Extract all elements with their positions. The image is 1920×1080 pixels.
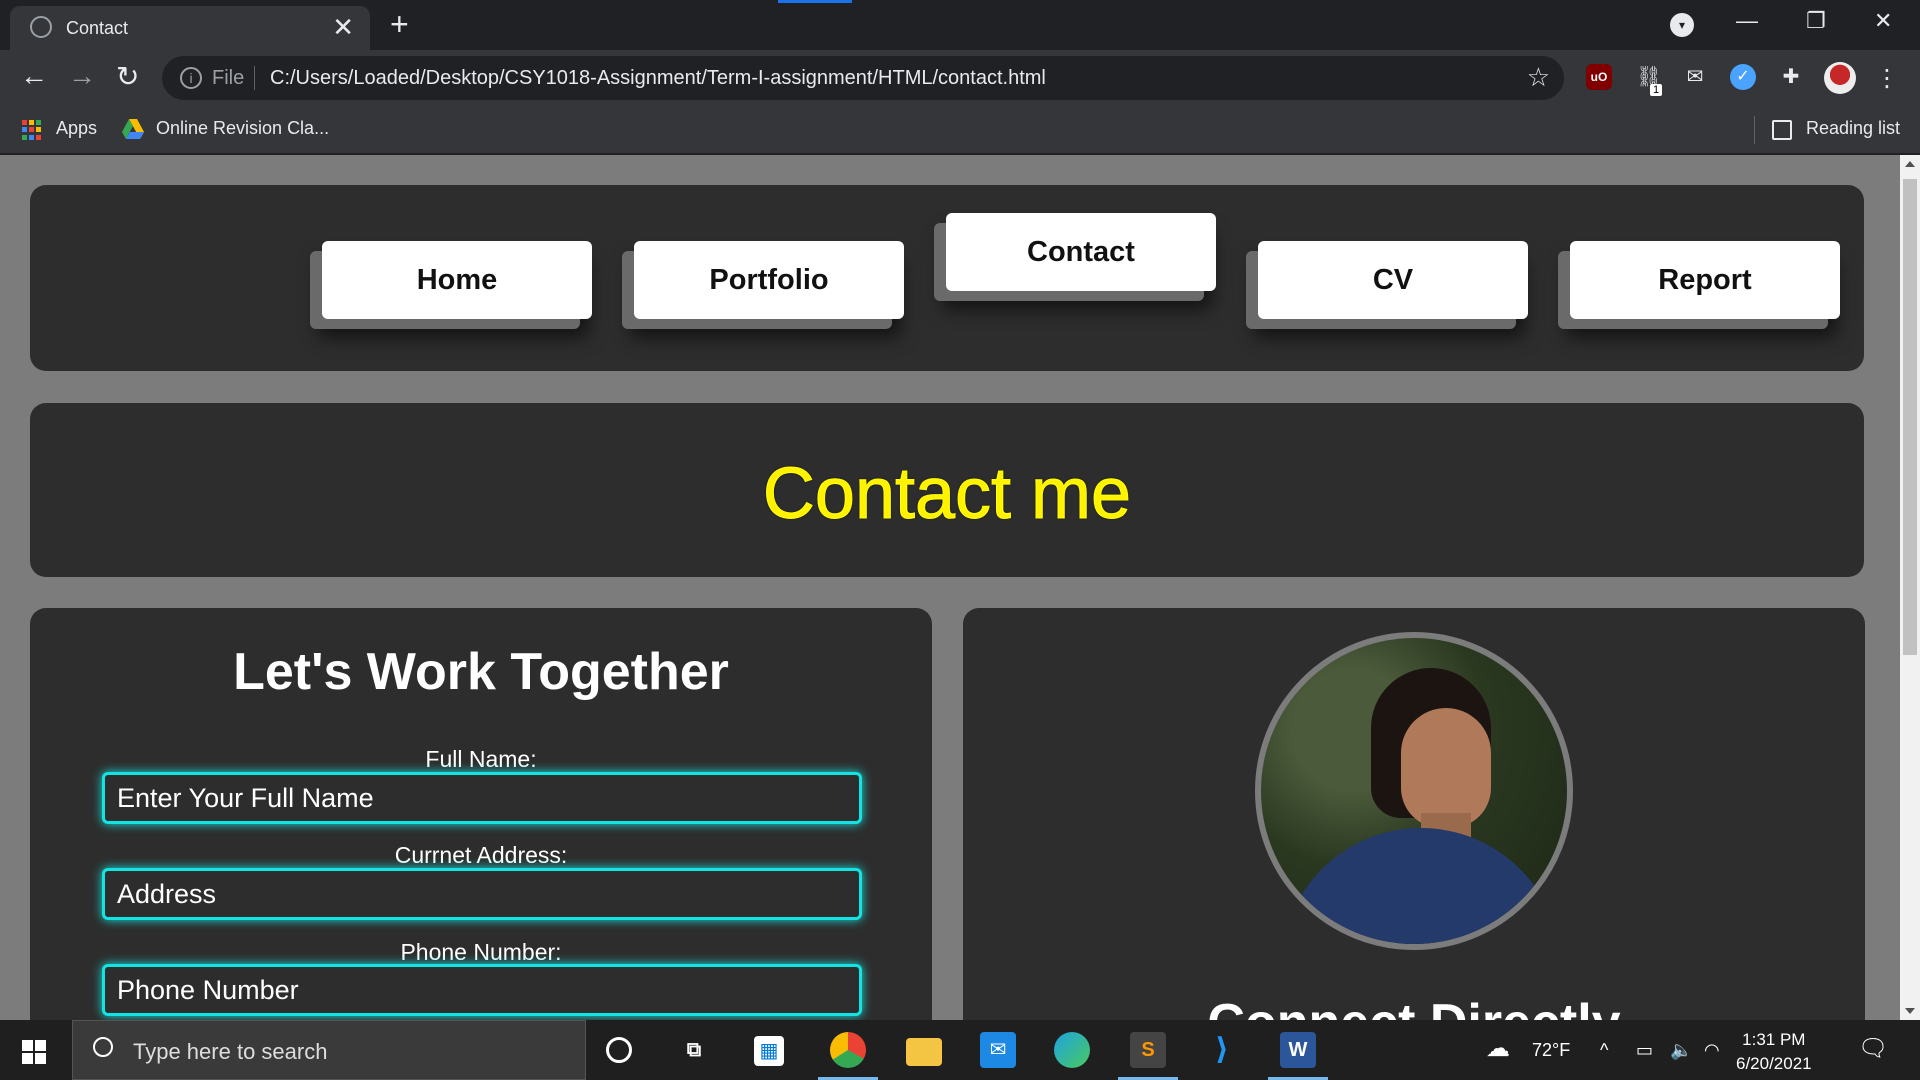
forward-button[interactable]: → [68,60,96,92]
battery-icon[interactable]: ▭ [1636,1040,1653,1061]
weather-cloud-icon[interactable]: ☁ [1486,1034,1510,1063]
browser-toolbar: ← → ↻ i File C:/Users/Loaded/Desktop/CSY… [0,50,1920,106]
apps-grid-icon [22,120,42,140]
bookmark-apps[interactable]: Apps [56,118,97,139]
cortana-icon[interactable] [606,1037,632,1063]
edge-icon[interactable] [1054,1032,1090,1068]
bookmarks-bar: Apps Online Revision Cla... Reading list [0,106,1920,154]
address-label: Currnet Address: [394,842,568,868]
form-title: Let's Work Together [233,643,729,701]
mail-extension-icon[interactable]: ✉ [1682,64,1708,90]
new-tab-button[interactable]: + [390,6,409,43]
clock-date: 6/20/2021 [1736,1054,1812,1073]
windows-taskbar: Type here to search ⧉ ▦ ✉ S ⟩ W ☁ 72°F ^… [0,1020,1920,1080]
task-view-icon[interactable]: ⧉ [676,1032,712,1068]
taskbar-search-box[interactable]: Type here to search [72,1020,586,1080]
phone-label: Phone Number: [400,939,562,965]
back-button[interactable]: ← [20,60,48,92]
scrollbar-thumb[interactable] [1903,179,1917,655]
microsoft-store-icon[interactable]: ▦ [754,1036,784,1066]
full-name-input[interactable] [102,772,862,824]
google-drive-icon [122,119,144,139]
heading-panel: Contact me [30,403,1864,577]
minimize-button[interactable]: — [1736,8,1758,34]
reload-button[interactable]: ↻ [116,60,139,93]
file-explorer-icon[interactable] [906,1038,942,1066]
mail-icon[interactable]: ✉ [980,1032,1016,1068]
address-separator [254,66,255,90]
vscode-icon[interactable]: ⟩ [1204,1032,1240,1068]
wifi-icon[interactable]: ◠ [1704,1040,1720,1061]
nav-home-link[interactable]: Home [322,241,592,319]
reading-list-icon [1772,120,1792,140]
sublime-text-icon[interactable]: S [1130,1032,1166,1068]
url-text[interactable]: C:/Users/Loaded/Desktop/CSY1018-Assignme… [270,67,1046,90]
notifications-icon[interactable]: 🗨 [1858,1034,1888,1063]
chrome-icon[interactable] [830,1032,866,1068]
menu-kebab-icon[interactable]: ⋮ [1874,64,1900,92]
taskbar-clock[interactable]: 1:31 PM 6/20/2021 [1736,1028,1812,1076]
browser-titlebar: Contact ✕ + ▾ — ❐ ✕ [0,0,1920,50]
scroll-down-arrow-icon[interactable] [1905,1008,1915,1014]
scroll-up-arrow-icon[interactable] [1905,161,1915,167]
photo-face-shape [1401,708,1491,828]
phone-input[interactable] [102,964,862,1016]
tab-close-button[interactable]: ✕ [332,12,354,43]
page-scrollbar[interactable] [1900,155,1920,1020]
site-nav-panel: Home Portfolio Contact CV Report [30,185,1864,371]
globe-icon [30,16,52,38]
restore-button[interactable]: ❐ [1806,8,1826,34]
nav-report-link[interactable]: Report [1570,241,1840,319]
tab-search-icon[interactable]: ▾ [1670,13,1694,37]
puzzle-extensions-icon[interactable]: ✚ [1778,64,1804,90]
bookmarks-separator [1754,116,1755,144]
taskbar-search-placeholder: Type here to search [133,1039,328,1064]
bookmark-online-revision[interactable]: Online Revision Cla... [156,118,329,139]
profile-photo [1255,632,1573,950]
search-icon [93,1037,113,1057]
bookmark-star-icon[interactable]: ☆ [1527,62,1550,93]
address-input[interactable] [102,868,862,920]
tab-title: Contact [66,18,129,38]
windows-start-icon[interactable] [22,1040,46,1064]
close-window-button[interactable]: ✕ [1874,8,1892,34]
weather-temp[interactable]: 72°F [1532,1040,1570,1061]
photo-jacket-shape [1281,828,1561,944]
blue-extension-icon[interactable]: ✓ [1730,64,1756,90]
clock-time: 1:31 PM [1742,1030,1806,1049]
address-bar[interactable]: i File C:/Users/Loaded/Desktop/CSY1018-A… [162,56,1564,100]
profile-panel: Connect Directly [963,608,1865,1020]
word-icon[interactable]: W [1280,1032,1316,1068]
ublock-extension-icon[interactable]: uO [1586,64,1612,90]
file-scheme-label: File [212,67,245,89]
browser-tab-contact[interactable]: Contact ✕ [10,6,370,50]
tray-chevron-up-icon[interactable]: ^ [1600,1040,1608,1061]
nav-portfolio-link[interactable]: Portfolio [634,241,904,319]
full-name-label: Full Name: [425,746,537,772]
nav-cv-link[interactable]: CV [1258,241,1528,319]
page-viewport: Home Portfolio Contact CV Report Contact… [0,155,1900,1020]
page-title: Contact me [762,454,1132,535]
extension-badge: 1 [1650,84,1663,96]
nav-contact-link[interactable]: Contact [946,213,1216,291]
connect-directly-heading: Connect Directly [963,993,1865,1020]
info-icon[interactable]: i [180,67,202,89]
reading-list-button[interactable]: Reading list [1806,118,1900,139]
volume-icon[interactable]: 🔈 [1670,1040,1692,1061]
contact-form-panel: Let's Work Together Full Name: Currnet A… [30,608,932,1020]
profile-avatar[interactable] [1824,62,1856,94]
loading-indicator [778,0,852,3]
